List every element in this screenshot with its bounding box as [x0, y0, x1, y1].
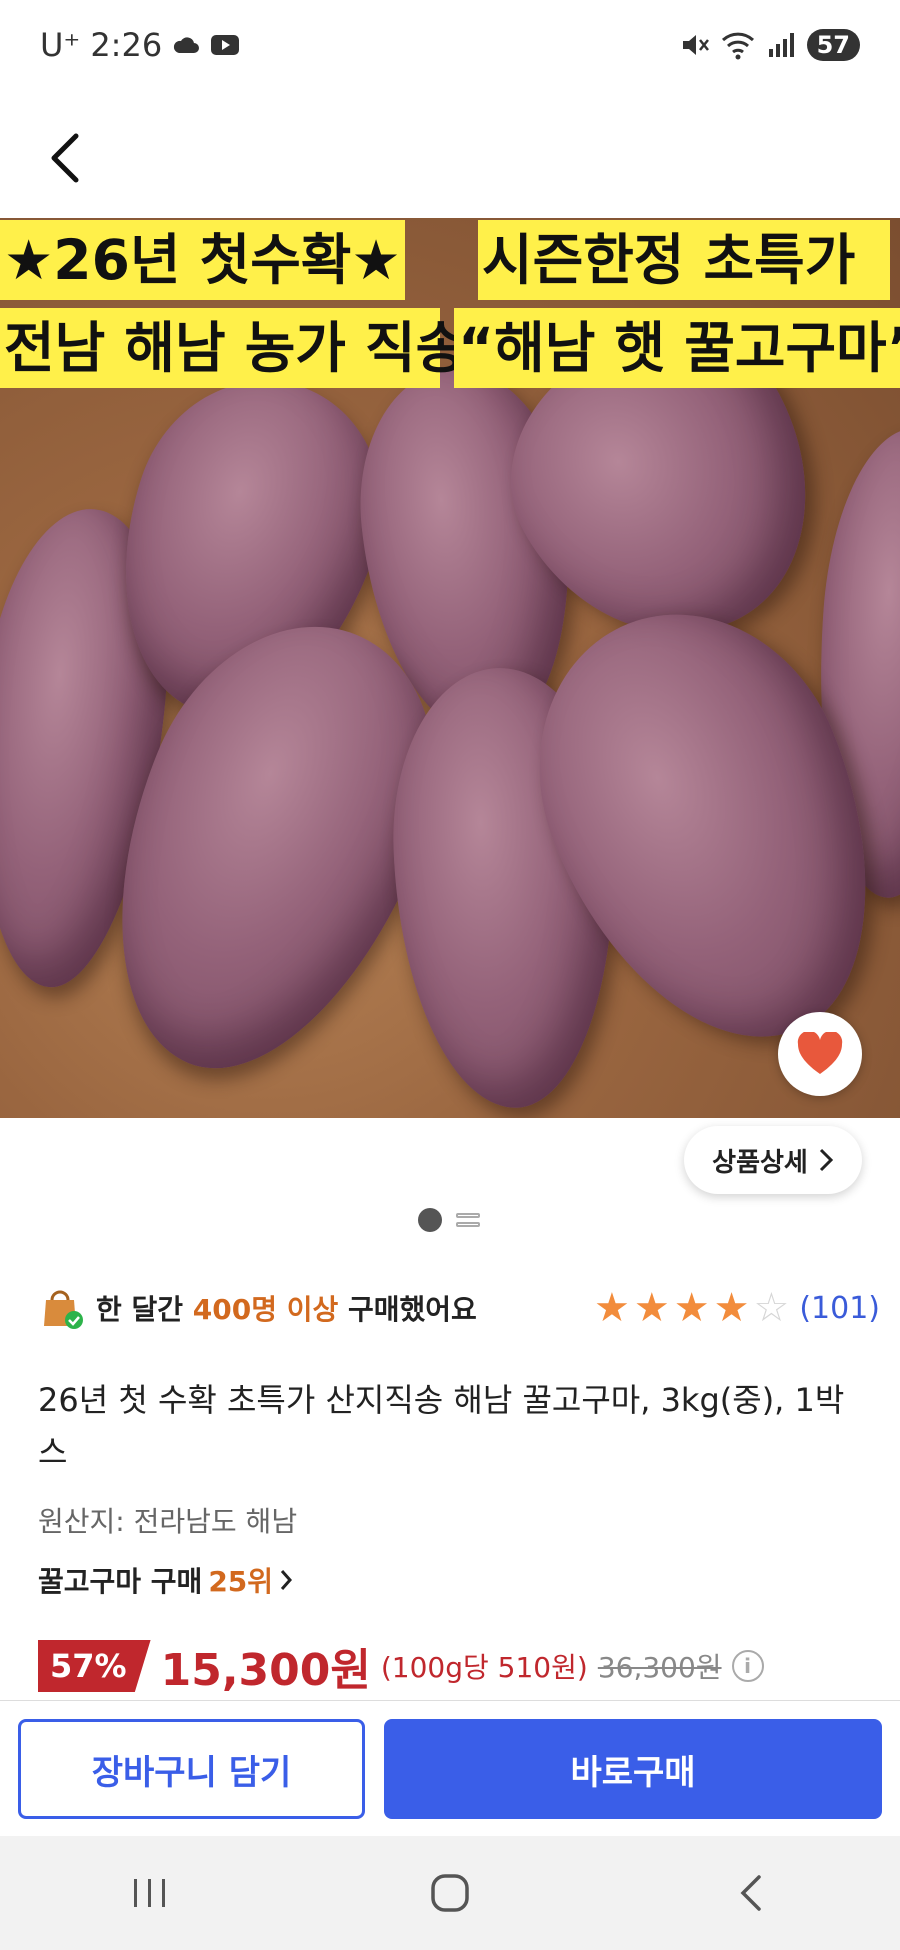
purchase-suffix: 구매했어요: [338, 1293, 477, 1326]
product-detail-button[interactable]: 상품상세: [684, 1126, 862, 1194]
shopping-bag-icon: [44, 1290, 83, 1329]
star-filled-icon: ★: [633, 1285, 670, 1331]
purchase-prefix: 한 달간: [96, 1293, 193, 1326]
mute-icon: [682, 35, 709, 55]
system-nav-bar: [0, 1836, 900, 1950]
info-icon[interactable]: i: [731, 1650, 764, 1682]
signal-icon: [768, 33, 794, 57]
product-image[interactable]: ★26년 첫수확★ 시즌한정 초특가 전남 해남 농가 직송 “해남 햇 꿀고구…: [0, 218, 900, 1118]
battery-indicator: 57: [806, 29, 860, 61]
heart-icon: [797, 1032, 843, 1074]
rating[interactable]: ★ ★ ★ ★ ☆ (101): [594, 1288, 880, 1328]
status-right: 57: [679, 29, 860, 61]
cloud-icon: [174, 37, 200, 53]
review-count[interactable]: (101): [799, 1291, 880, 1326]
purchase-stats-text: 한 달간 400명 이상 구매했어요: [96, 1288, 477, 1328]
banner-first-harvest: ★26년 첫수확★: [0, 220, 405, 300]
star-empty-icon: ☆: [753, 1285, 790, 1331]
star-filled-icon: ★: [594, 1285, 630, 1331]
star-filled-icon: ★: [673, 1285, 710, 1331]
clock: 2:26: [90, 26, 163, 64]
rank-prefix: 꿀고구마 구매: [38, 1565, 203, 1598]
banner-product-name: “해남 햇 꿀고구마”: [454, 308, 900, 388]
product-origin: 원산지: 전라남도 해남: [38, 1505, 298, 1538]
sale-price: 15,300원: [160, 1645, 371, 1696]
product-title: 26년 첫 수확 초특가 산지직송 해남 꿀고구마, 3kg(중), 1박스: [38, 1381, 845, 1471]
bottom-action-bar: 장바구니 담기 바로구매: [0, 1700, 900, 1836]
system-back-button[interactable]: [710, 1863, 790, 1923]
price-row: 57% 15,300원 (100g당 510원) 36,300원 i: [38, 1636, 888, 1696]
rank-value: 25위: [208, 1565, 274, 1598]
pager-dot-active[interactable]: [418, 1208, 442, 1232]
back-icon: [740, 1875, 761, 1911]
back-arrow-icon[interactable]: [42, 130, 88, 186]
product-detail-label: 상품상세: [712, 1147, 808, 1178]
banner-season-deal: 시즌한정 초특가: [478, 220, 890, 300]
home-button[interactable]: [410, 1863, 490, 1923]
purchase-stats-row: 한 달간 400명 이상 구매했어요 ★ ★ ★ ★ ☆ (101): [40, 1280, 880, 1336]
image-pager: [418, 1208, 480, 1232]
chevron-right-icon: [819, 1148, 833, 1172]
pager-grid-icon[interactable]: [456, 1208, 480, 1232]
recent-apps-icon: [134, 1879, 165, 1907]
original-price: 36,300원: [597, 1651, 722, 1684]
banner-direct-shipping: 전남 해남 농가 직송: [0, 308, 466, 388]
carrier-label: U⁺: [40, 26, 81, 64]
star-filled-icon: ★: [713, 1285, 750, 1331]
app-header: [0, 90, 900, 220]
status-left: U⁺ 2:26: [40, 26, 240, 64]
unit-price: (100g당 510원): [380, 1651, 588, 1684]
add-to-cart-button[interactable]: 장바구니 담기: [18, 1719, 365, 1819]
category-rank-link[interactable]: 꿀고구마 구매 25위: [38, 1560, 293, 1600]
home-icon: [431, 1874, 469, 1912]
purchase-count: 400명 이상: [192, 1293, 339, 1326]
wifi-icon: [721, 32, 754, 60]
chevron-right-icon: [280, 1570, 293, 1590]
discount-badge: 57%: [38, 1640, 151, 1692]
banner-row-2: 전남 해남 농가 직송 “해남 햇 꿀고구마”: [0, 308, 900, 388]
buy-now-button[interactable]: 바로구매: [384, 1719, 882, 1819]
recent-apps-button[interactable]: [110, 1863, 190, 1923]
status-bar: U⁺ 2:26 57: [0, 0, 900, 90]
wishlist-button[interactable]: [778, 1012, 862, 1096]
banner-row-1: ★26년 첫수확★ 시즌한정 초특가: [0, 220, 900, 300]
youtube-icon: [211, 35, 240, 55]
